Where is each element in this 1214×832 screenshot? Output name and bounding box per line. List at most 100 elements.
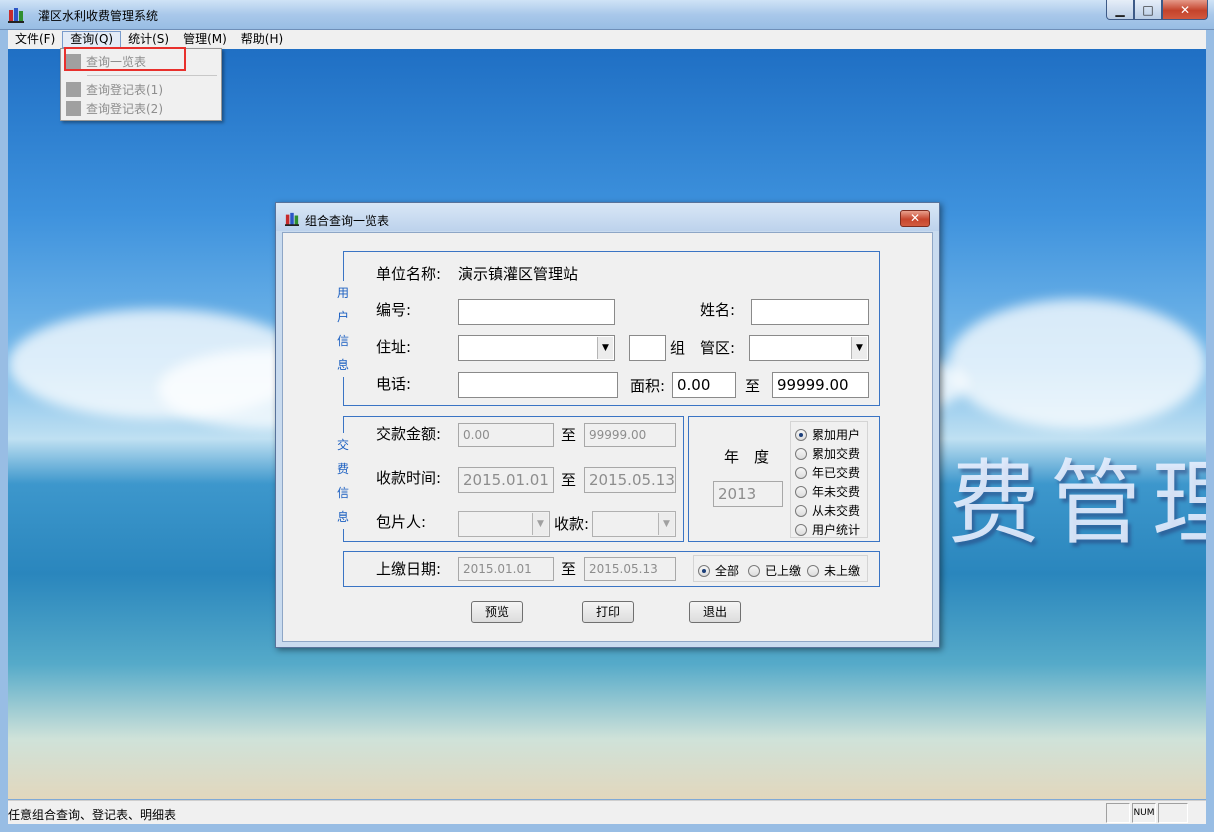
radio-label: 全部 (715, 564, 740, 578)
time-to-input[interactable]: 2015.05.13 (584, 467, 676, 493)
radio-label: 从未交费 (812, 504, 861, 518)
radio-label: 未上缴 (824, 564, 861, 578)
window-frame-bottom (0, 824, 1214, 832)
menu-statistics[interactable]: 统计(S) (121, 31, 176, 48)
year-option-cumulative-users[interactable]: 累加用户 (795, 426, 860, 443)
submit-date-label: 上缴日期: (376, 560, 442, 578)
year-input[interactable]: 2013 (713, 481, 783, 507)
group-label-char: 息 (336, 358, 349, 372)
radio-icon (795, 466, 807, 479)
menu-query[interactable]: 查询(Q) (62, 31, 122, 48)
menu-file[interactable]: 文件(F) (8, 31, 62, 48)
district-combo[interactable]: ▼ (749, 335, 869, 361)
group-label-char: 费 (336, 462, 349, 476)
highlight-annotation (64, 47, 186, 71)
user-info-label: 用 户 信 息 (336, 281, 350, 377)
submit-date-from-input[interactable]: 2015.01.01 (458, 557, 554, 581)
group-label-char: 交 (336, 438, 349, 452)
area-from-input[interactable]: 0.00 (672, 372, 736, 398)
submit-option-not-submitted[interactable]: 未上缴 (807, 562, 860, 579)
year-option-never-paid[interactable]: 从未交费 (795, 502, 860, 519)
window-controls: ▁ □ ✕ (1106, 0, 1208, 22)
title-bar: 灌区水利收费管理系统 ▁ □ ✕ (0, 0, 1214, 30)
query-dialog: 组合查询一览表 ✕ 用 户 信 息 单位名称: 演示镇灌区管理站 编号: 姓名:… (275, 202, 940, 648)
menu-item-label: 查询登记表(2) (86, 101, 163, 116)
radio-icon (795, 447, 807, 460)
menu-item-query-register-1[interactable]: 查询登记表(1) (63, 80, 219, 98)
area-to-input[interactable]: 99999.00 (772, 372, 869, 398)
amount-label: 交款金额: (376, 425, 442, 443)
radio-icon (795, 485, 807, 498)
amount-to-input[interactable]: 99999.00 (584, 423, 676, 447)
unit-name-label: 单位名称: (376, 265, 442, 283)
chevron-down-icon[interactable]: ▼ (597, 337, 613, 359)
collector-label: 包片人: (376, 513, 427, 531)
group-label-char: 用 (336, 286, 349, 300)
collector-combo[interactable]: ▼ (458, 511, 550, 537)
menu-item-icon (66, 81, 81, 97)
amount-from-input[interactable]: 0.00 (458, 423, 554, 447)
phone-label: 电话: (376, 375, 412, 393)
name-input[interactable] (751, 299, 869, 325)
radio-icon (795, 523, 807, 536)
minimize-button[interactable]: ▁ (1106, 0, 1134, 20)
dialog-title-bar: 组合查询一览表 ✕ (276, 203, 939, 231)
id-input[interactable] (458, 299, 615, 325)
address-label: 住址: (376, 338, 412, 356)
radio-label: 累加用户 (812, 428, 861, 442)
time-from-input[interactable]: 2015.01.01 (458, 467, 554, 493)
id-label: 编号: (376, 301, 412, 319)
year-option-paid[interactable]: 年已交费 (795, 464, 860, 481)
unit-name-value: 演示镇灌区管理站 (458, 265, 579, 283)
payee-combo[interactable]: ▼ (592, 511, 676, 537)
radio-icon (748, 564, 760, 577)
preview-button[interactable]: 预览 (471, 601, 523, 623)
name-label: 姓名: (700, 301, 736, 319)
radio-icon (807, 564, 819, 577)
group-number-input[interactable] (629, 335, 666, 361)
address-combo[interactable]: ▼ (458, 335, 615, 361)
year-option-cumulative-payments[interactable]: 累加交费 (795, 445, 860, 462)
year-label: 年 度 (724, 448, 770, 466)
group-suffix-label: 组 (670, 339, 686, 357)
maximize-button[interactable]: □ (1134, 0, 1162, 20)
window-frame-right (1206, 30, 1214, 824)
year-option-unpaid[interactable]: 年未交费 (795, 483, 860, 500)
menu-manage[interactable]: 管理(M) (176, 31, 234, 48)
status-text: 任意组合查询、登记表、明细表 (8, 808, 177, 822)
year-option-user-stats[interactable]: 用户统计 (795, 521, 860, 538)
chevron-down-icon[interactable]: ▼ (658, 513, 674, 535)
chevron-down-icon[interactable]: ▼ (851, 337, 867, 359)
radio-selected-icon (795, 428, 807, 441)
menu-bar: 文件(F) 查询(Q) 统计(S) 管理(M) 帮助(H) (8, 30, 1206, 49)
background-title: 费管理 (948, 450, 1206, 557)
area-to-label: 至 (745, 377, 761, 395)
cloud-decoration (948, 299, 1206, 429)
group-label-char: 信 (336, 486, 349, 500)
submit-date-to-input[interactable]: 2015.05.13 (584, 557, 676, 581)
submit-option-submitted[interactable]: 已上缴 (748, 562, 801, 579)
chevron-down-icon[interactable]: ▼ (532, 513, 548, 535)
dialog-title: 组合查询一览表 (305, 214, 390, 228)
menu-item-label: 查询登记表(1) (86, 82, 163, 97)
district-label: 管区: (700, 339, 736, 357)
radio-label: 累加交费 (812, 447, 861, 461)
window-frame-left (0, 30, 8, 824)
radio-label: 年已交费 (812, 466, 861, 480)
submit-option-all[interactable]: 全部 (698, 562, 739, 579)
app-icon (8, 8, 24, 23)
phone-input[interactable] (458, 372, 618, 398)
exit-button[interactable]: 退出 (689, 601, 741, 623)
menu-item-query-register-2[interactable]: 查询登记表(2) (63, 99, 219, 117)
print-button[interactable]: 打印 (582, 601, 634, 623)
time-to-label: 至 (561, 471, 577, 489)
dialog-body: 用 户 信 息 单位名称: 演示镇灌区管理站 编号: 姓名: 住址: ▼ 组 管… (282, 232, 933, 642)
menu-help[interactable]: 帮助(H) (234, 31, 290, 48)
radio-label: 已上缴 (765, 564, 802, 578)
radio-icon (795, 504, 807, 517)
dialog-close-button[interactable]: ✕ (900, 210, 930, 227)
dialog-app-icon (285, 212, 299, 226)
close-button[interactable]: ✕ (1162, 0, 1208, 20)
group-label-char: 户 (336, 310, 349, 324)
menu-item-icon (66, 100, 81, 116)
